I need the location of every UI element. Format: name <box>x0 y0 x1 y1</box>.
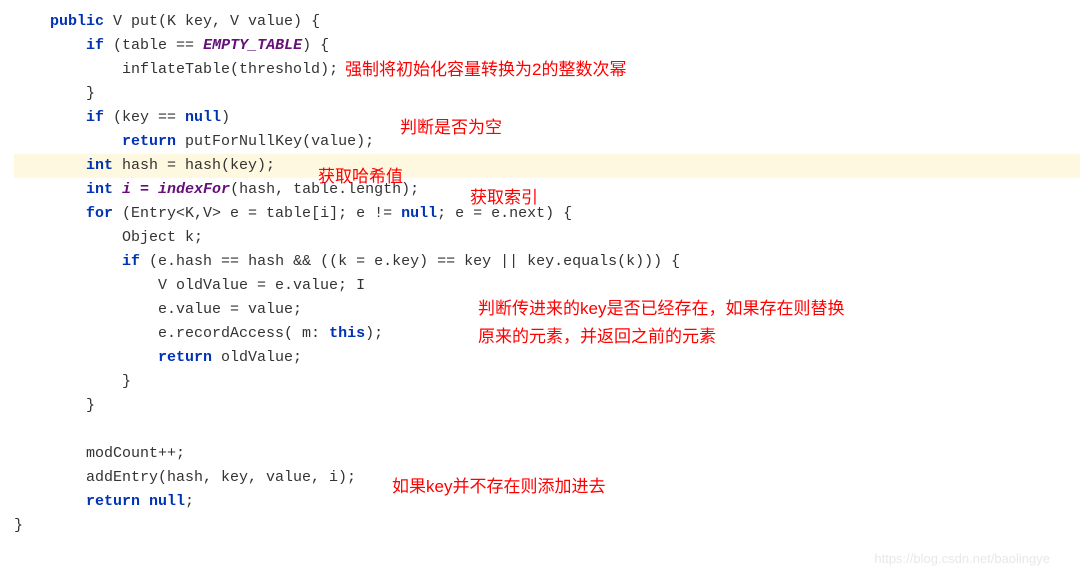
code-line: } <box>14 514 1080 538</box>
code-line: if (key == null) <box>14 106 1080 130</box>
annotation-index: 获取索引 <box>470 186 538 210</box>
code-line: if (table == EMPTY_TABLE) { <box>14 34 1080 58</box>
code-line: if (e.hash == hash && ((k = e.key) == ke… <box>14 250 1080 274</box>
annotation-inflate: 强制将初始化容量转换为2的整数次幂 <box>345 58 626 82</box>
annotation-null-check: 判断是否为空 <box>400 116 502 140</box>
code-line: V oldValue = e.value; I <box>14 274 1080 298</box>
code-line: } <box>14 394 1080 418</box>
annotation-key-exists-1: 判断传进来的key是否已经存在，如果存在则替换 <box>478 297 844 321</box>
code-line: } <box>14 82 1080 106</box>
code-line: int hash = hash(key); <box>14 154 1080 178</box>
code-line: modCount++; <box>14 442 1080 466</box>
code-line: public V put(K key, V value) { <box>14 10 1080 34</box>
code-line <box>14 418 1080 442</box>
code-block: public V put(K key, V value) { if (table… <box>14 10 1080 538</box>
code-line: return oldValue; <box>14 346 1080 370</box>
code-line: return putForNullKey(value); <box>14 130 1080 154</box>
annotation-hash: 获取哈希值 <box>318 165 403 189</box>
code-line: Object k; <box>14 226 1080 250</box>
annotation-key-exists-2: 原来的元素，并返回之前的元素 <box>478 325 716 349</box>
annotation-add-entry: 如果key并不存在则添加进去 <box>392 475 605 499</box>
code-line: } <box>14 370 1080 394</box>
code-line: for (Entry<K,V> e = table[i]; e != null;… <box>14 202 1080 226</box>
code-line: int i = indexFor(hash, table.length); <box>14 178 1080 202</box>
watermark: https://blog.csdn.net/baolingye <box>874 547 1050 571</box>
